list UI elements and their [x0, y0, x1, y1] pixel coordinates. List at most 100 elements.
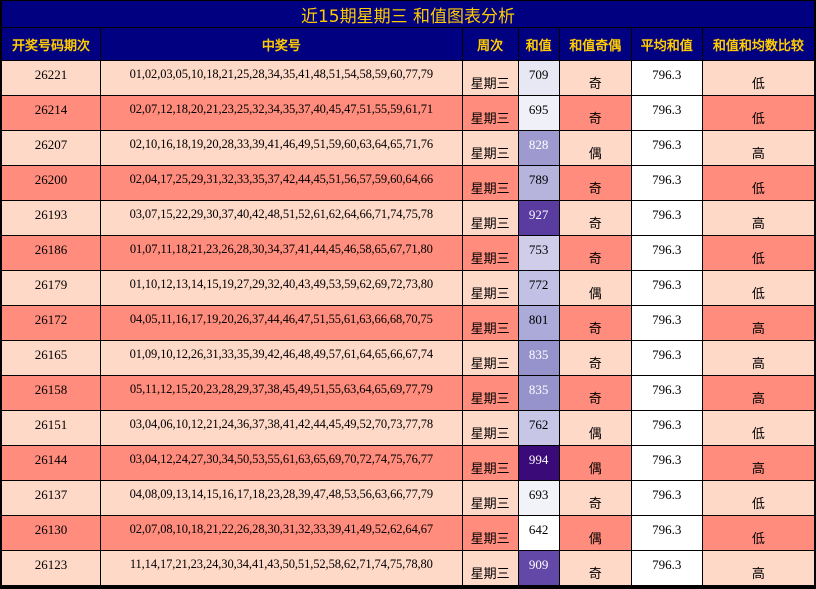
table-row: 26144 03,04,12,24,27,30,34,50,53,55,61,63…	[2, 446, 814, 480]
sum-cell: 695	[518, 96, 559, 130]
header-compare: 和值和均数比较	[702, 28, 814, 60]
compare-cell: 低	[702, 411, 814, 445]
winning-numbers-cell: 02,07,12,18,20,21,23,25,32,34,35,37,40,4…	[101, 96, 462, 130]
odd-even-cell: 奇	[559, 61, 631, 95]
odd-even-cell: 偶	[559, 131, 631, 165]
weekday-cell: 星期三	[462, 446, 518, 480]
average-cell: 796.3	[631, 61, 702, 95]
header-average: 平均和值	[631, 28, 702, 60]
sum-cell: 693	[518, 481, 559, 515]
weekday-cell: 星期三	[462, 481, 518, 515]
sum-cell: 801	[518, 306, 559, 340]
sum-cell: 762	[518, 411, 559, 445]
compare-cell: 高	[702, 131, 814, 165]
sum-cell: 642	[518, 516, 559, 550]
header-odd-even: 和值奇偶	[559, 28, 631, 60]
table-row: 26172 04,05,11,16,17,19,20,26,37,44,46,47…	[2, 306, 814, 340]
odd-even-cell: 奇	[559, 341, 631, 375]
issue-cell: 26158	[2, 376, 101, 410]
odd-even-cell: 偶	[559, 271, 631, 305]
table-row: 26123 11,14,17,21,23,24,30,34,41,43,50,51…	[2, 551, 814, 585]
table-row: 26165 01,09,10,12,26,31,33,35,39,42,46,48…	[2, 341, 814, 375]
odd-even-cell: 奇	[559, 166, 631, 200]
odd-even-cell: 奇	[559, 551, 631, 585]
sum-cell: 828	[518, 131, 559, 165]
issue-cell: 26179	[2, 271, 101, 305]
table-row: 26179 01,10,12,13,14,15,19,27,29,32,40,43…	[2, 271, 814, 305]
compare-cell: 高	[702, 446, 814, 480]
table-row: 26214 02,07,12,18,20,21,23,25,32,34,35,37…	[2, 96, 814, 130]
average-cell: 796.3	[631, 446, 702, 480]
average-cell: 796.3	[631, 481, 702, 515]
winning-numbers-cell: 01,07,11,18,21,23,26,28,30,34,37,41,44,4…	[101, 236, 462, 270]
compare-cell: 高	[702, 551, 814, 585]
weekday-cell: 星期三	[462, 61, 518, 95]
average-cell: 796.3	[631, 411, 702, 445]
table-row: 26151 03,04,06,10,12,21,24,36,37,38,41,42…	[2, 411, 814, 445]
weekday-cell: 星期三	[462, 551, 518, 585]
issue-cell: 26186	[2, 236, 101, 270]
average-cell: 796.3	[631, 236, 702, 270]
sum-cell: 709	[518, 61, 559, 95]
issue-cell: 26151	[2, 411, 101, 445]
winning-numbers-cell: 04,08,09,13,14,15,16,17,18,23,28,39,47,4…	[101, 481, 462, 515]
odd-even-cell: 奇	[559, 481, 631, 515]
weekday-cell: 星期三	[462, 166, 518, 200]
table-row: 26186 01,07,11,18,21,23,26,28,30,34,37,41…	[2, 236, 814, 270]
weekday-cell: 星期三	[462, 306, 518, 340]
sum-cell: 772	[518, 271, 559, 305]
issue-cell: 26130	[2, 516, 101, 550]
weekday-cell: 星期三	[462, 376, 518, 410]
table-row: 26207 02,10,16,18,19,20,28,33,39,41,46,49…	[2, 131, 814, 165]
weekday-cell: 星期三	[462, 516, 518, 550]
issue-cell: 26123	[2, 551, 101, 585]
compare-cell: 低	[702, 271, 814, 305]
average-cell: 796.3	[631, 306, 702, 340]
header-weekday: 周次	[462, 28, 518, 60]
odd-even-cell: 奇	[559, 376, 631, 410]
winning-numbers-cell: 03,04,12,24,27,30,34,50,53,55,61,63,65,6…	[101, 446, 462, 480]
issue-cell: 26207	[2, 131, 101, 165]
compare-cell: 高	[702, 341, 814, 375]
compare-cell: 低	[702, 166, 814, 200]
sum-cell: 994	[518, 446, 559, 480]
average-cell: 796.3	[631, 341, 702, 375]
table-row: 26221 01,02,03,05,10,18,21,25,28,34,35,41…	[2, 61, 814, 95]
weekday-cell: 星期三	[462, 201, 518, 235]
table-row: 26193 03,07,15,22,29,30,37,40,42,48,51,52…	[2, 201, 814, 235]
issue-cell: 26144	[2, 446, 101, 480]
compare-cell: 低	[702, 516, 814, 550]
compare-cell: 高	[702, 201, 814, 235]
compare-cell: 低	[702, 236, 814, 270]
compare-cell: 高	[702, 306, 814, 340]
issue-cell: 26193	[2, 201, 101, 235]
average-cell: 796.3	[631, 516, 702, 550]
issue-cell: 26165	[2, 341, 101, 375]
weekday-cell: 星期三	[462, 96, 518, 130]
odd-even-cell: 偶	[559, 516, 631, 550]
issue-cell: 26137	[2, 481, 101, 515]
average-cell: 796.3	[631, 131, 702, 165]
average-cell: 796.3	[631, 166, 702, 200]
winning-numbers-cell: 05,11,12,15,20,23,28,29,37,38,45,49,51,5…	[101, 376, 462, 410]
average-cell: 796.3	[631, 96, 702, 130]
winning-numbers-cell: 02,10,16,18,19,20,28,33,39,41,46,49,51,5…	[101, 131, 462, 165]
weekday-cell: 星期三	[462, 411, 518, 445]
average-cell: 796.3	[631, 551, 702, 585]
header-row: 开奖号码期次 中奖号 周次 和值 和值奇偶 平均和值 和值和均数比较	[2, 28, 814, 60]
winning-numbers-cell: 03,07,15,22,29,30,37,40,42,48,51,52,61,6…	[101, 201, 462, 235]
sum-cell: 909	[518, 551, 559, 585]
winning-numbers-cell: 03,04,06,10,12,21,24,36,37,38,41,42,44,4…	[101, 411, 462, 445]
odd-even-cell: 偶	[559, 446, 631, 480]
winning-numbers-cell: 01,02,03,05,10,18,21,25,28,34,35,41,48,5…	[101, 61, 462, 95]
average-cell: 796.3	[631, 201, 702, 235]
sum-cell: 835	[518, 376, 559, 410]
table-title: 近15期星期三 和值图表分析	[2, 1, 814, 27]
weekday-cell: 星期三	[462, 271, 518, 305]
odd-even-cell: 奇	[559, 201, 631, 235]
table-row: 26200 02,04,17,25,29,31,32,33,35,37,42,44…	[2, 166, 814, 200]
winning-numbers-cell: 02,07,08,10,18,21,22,26,28,30,31,32,33,3…	[101, 516, 462, 550]
average-cell: 796.3	[631, 271, 702, 305]
odd-even-cell: 奇	[559, 306, 631, 340]
table-body: 26221 01,02,03,05,10,18,21,25,28,34,35,41…	[2, 61, 814, 585]
